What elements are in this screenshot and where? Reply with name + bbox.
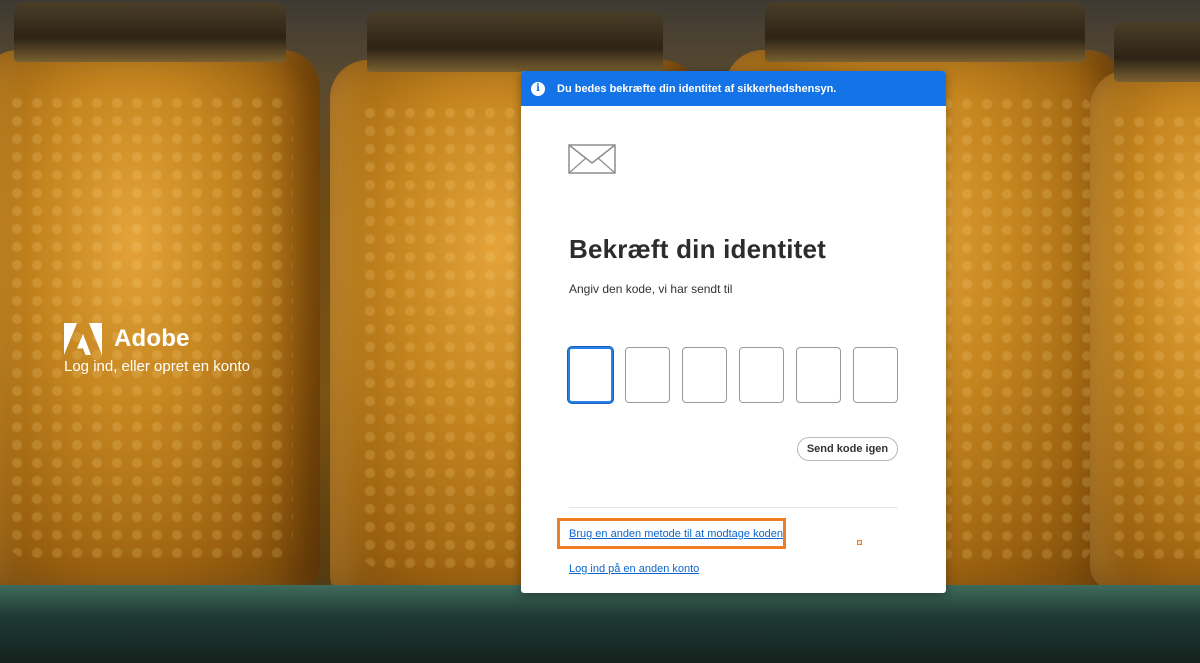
code-digit-6[interactable] xyxy=(853,347,898,403)
shelf xyxy=(0,585,1200,663)
code-digit-1[interactable] xyxy=(568,347,613,403)
honey-jar-image xyxy=(0,2,320,590)
verification-code-inputs xyxy=(568,347,898,403)
security-banner: i Du bedes bekræfte din identitet af sik… xyxy=(521,71,946,106)
code-digit-4[interactable] xyxy=(739,347,784,403)
banner-text: Du bedes bekræfte din identitet af sikke… xyxy=(557,82,837,95)
brand-subtitle: Log ind, eller opret en konto xyxy=(64,358,250,375)
brand-name: Adobe xyxy=(114,325,190,352)
envelope-icon xyxy=(568,144,616,174)
alternate-method-link[interactable]: Brug en anden metode til at modtage kode… xyxy=(569,528,783,540)
adobe-logo-icon xyxy=(64,323,102,355)
code-instruction: Angiv den kode, vi har sendt til xyxy=(569,282,733,296)
other-account-link[interactable]: Log ind på en anden konto xyxy=(569,563,699,575)
brand-block: Adobe Log ind, eller opret en konto xyxy=(64,323,250,375)
verify-identity-card: i Du bedes bekræfte din identitet af sik… xyxy=(521,71,946,593)
code-digit-2[interactable] xyxy=(625,347,670,403)
page-title: Bekræft din identitet xyxy=(569,234,826,264)
resend-code-button[interactable]: Send kode igen xyxy=(797,437,898,461)
code-digit-5[interactable] xyxy=(796,347,841,403)
honey-jar-image xyxy=(1090,22,1200,590)
info-icon: i xyxy=(531,81,545,96)
divider xyxy=(569,507,898,508)
cursor-marker xyxy=(857,540,862,545)
code-digit-3[interactable] xyxy=(682,347,727,403)
